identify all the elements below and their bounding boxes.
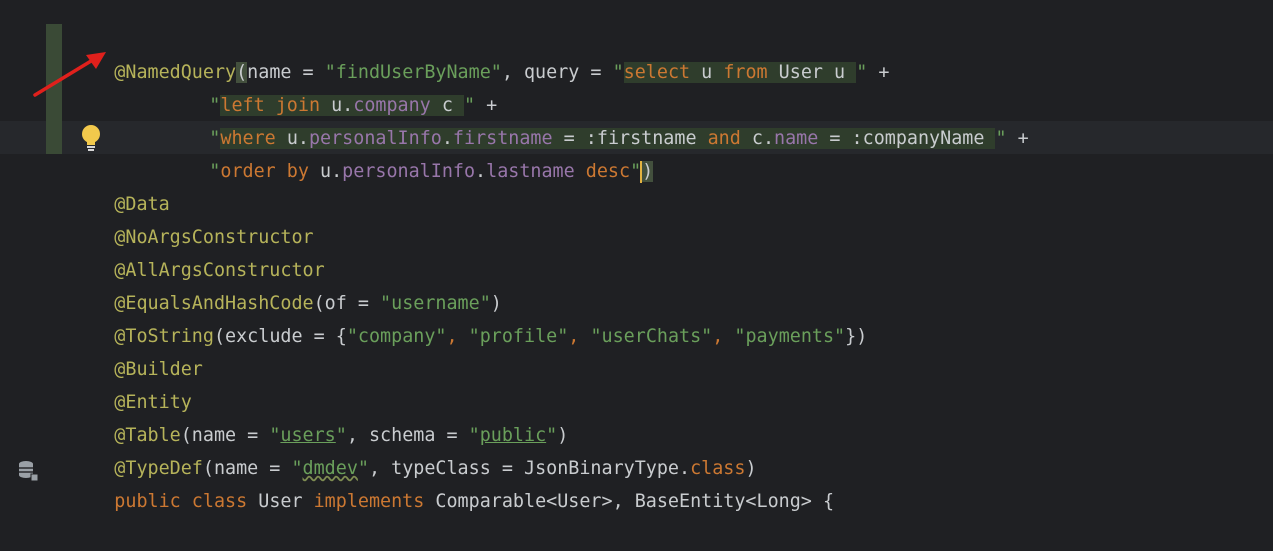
- code-line-9[interactable]: @ToString(exclude = {"company", "profile…: [70, 287, 867, 347]
- code-text: (exclude = {: [213, 326, 347, 347]
- code-line-10[interactable]: @Builder: [70, 320, 203, 380]
- keyword-implements: implements: [313, 491, 425, 512]
- code-line-3[interactable]: "where u.personalInfo.firstname = :first…: [165, 89, 1029, 149]
- code-line-2[interactable]: "left join u.company c " +: [165, 56, 497, 116]
- hql-text: .: [475, 161, 487, 182]
- hql-text: u.: [308, 161, 343, 182]
- code-line-5[interactable]: @Data: [70, 155, 169, 215]
- string-quote: ": [995, 128, 1007, 149]
- code-line-7[interactable]: @AllArgsConstructor: [70, 221, 324, 281]
- code-line-11[interactable]: @Entity: [70, 353, 192, 413]
- hql-text: User u: [767, 62, 857, 83]
- comma: ,: [712, 326, 735, 347]
- code-line-6[interactable]: @NoArgsConstructor: [70, 188, 313, 248]
- concat-operator: +: [1006, 128, 1029, 149]
- class-name: User: [247, 491, 314, 512]
- hql-field: personalInfo: [342, 161, 476, 182]
- string-quote: ": [209, 161, 221, 182]
- hql-text: c.: [740, 128, 775, 149]
- string-literal: "profile": [468, 326, 569, 347]
- string-quote: ": [856, 62, 868, 83]
- hql-keyword-select: select: [623, 62, 691, 83]
- code-text: Comparable<User>, BaseEntity<Long> {: [424, 491, 835, 512]
- lightbulb-icon[interactable]: [80, 124, 102, 152]
- hql-keyword-order-by: order by: [220, 161, 309, 182]
- code-text: }): [845, 326, 868, 347]
- comma: ,: [568, 326, 591, 347]
- hql-keyword-from: from: [723, 62, 768, 83]
- hql-text: = :companyName: [818, 128, 996, 149]
- string-quote: ": [612, 62, 624, 83]
- hql-field: lastname: [486, 161, 575, 182]
- code-line-1[interactable]: @NamedQuery(name = "findUserByName", que…: [70, 23, 889, 83]
- string-literal: "payments": [734, 326, 846, 347]
- code-line-4[interactable]: "order by u.personalInfo.lastname desc"): [165, 122, 654, 183]
- close-paren: ): [642, 161, 654, 182]
- concat-operator: +: [867, 62, 890, 83]
- keyword-public-class: public class: [114, 491, 248, 512]
- code-line-12[interactable]: @Table(name = "users", schema = "public"…: [70, 386, 568, 446]
- code-line-8[interactable]: @EqualsAndHashCode(of = "username"): [70, 254, 502, 314]
- code-line-14[interactable]: public class User implements Comparable<…: [70, 452, 834, 512]
- code-line-13[interactable]: @TypeDef(name = "dmdev", typeClass = Jso…: [70, 419, 756, 479]
- comma: ,: [446, 326, 469, 347]
- code-editor[interactable]: @NamedQuery(name = "findUserByName", que…: [0, 0, 1273, 526]
- database-icon[interactable]: [17, 460, 39, 482]
- hql-text: u: [690, 62, 724, 83]
- hql-text: [575, 161, 586, 182]
- string-literal: "userChats": [590, 326, 713, 347]
- hql-keyword-desc: desc: [585, 161, 631, 182]
- code-text: , query =: [501, 62, 613, 83]
- hql-keyword-and: and: [707, 128, 741, 149]
- hql-field: name: [774, 128, 819, 149]
- string-literal: "company": [346, 326, 447, 347]
